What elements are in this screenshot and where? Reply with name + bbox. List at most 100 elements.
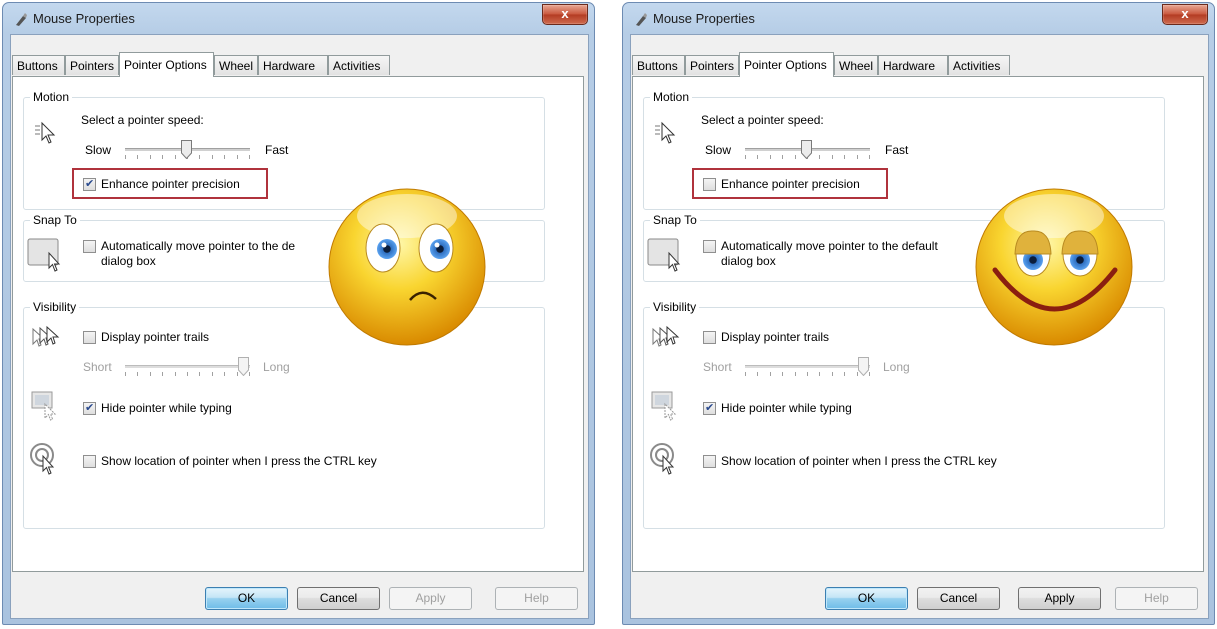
ok-button[interactable]: OK: [205, 587, 288, 610]
close-button[interactable]: x: [542, 4, 588, 25]
snap-to-label-line2[interactable]: dialog box: [721, 254, 776, 268]
tab-activities[interactable]: Activities: [328, 55, 390, 75]
slider-tick: [125, 155, 126, 159]
slider-tick: [770, 372, 771, 376]
tab-pointers[interactable]: Pointers: [65, 55, 119, 75]
slider-tick: [770, 155, 771, 159]
slow-label: Slow: [85, 143, 112, 157]
slider-tick: [187, 372, 188, 376]
cancel-button[interactable]: Cancel: [297, 587, 380, 610]
pointer-speed-icon: [655, 121, 676, 144]
happy-smiley-icon: [975, 188, 1133, 346]
tab-buttons[interactable]: Buttons: [632, 55, 685, 75]
pointer-trails-checkbox[interactable]: [703, 331, 716, 344]
window-title: Mouse Properties: [653, 11, 755, 26]
snap-to-checkbox[interactable]: [703, 240, 716, 253]
tab-pointer-options[interactable]: Pointer Options: [119, 52, 214, 77]
hide-while-typing-label[interactable]: Hide pointer while typing: [101, 401, 232, 415]
ctrl-location-label[interactable]: Show location of pointer when I press th…: [721, 454, 997, 468]
pointer-trails-icon: [32, 325, 60, 347]
speed-slider-thumb[interactable]: [801, 140, 812, 159]
pointer-trails-checkbox[interactable]: [83, 331, 96, 344]
ctrl-location-icon: [650, 443, 675, 475]
slider-tick: [795, 372, 796, 376]
highlight-box: [692, 168, 888, 199]
snap-to-checkbox[interactable]: [83, 240, 96, 253]
slider-tick: [869, 155, 870, 159]
hide-while-typing-checkbox[interactable]: [703, 401, 716, 415]
ok-button[interactable]: OK: [825, 587, 908, 610]
snap-to-label-line2[interactable]: dialog box: [101, 254, 156, 268]
ctrl-location-icon: [30, 443, 55, 475]
slider-tick: [199, 372, 200, 376]
pointer-trails-label[interactable]: Display pointer trails: [101, 330, 209, 344]
tab-wheel[interactable]: Wheel: [214, 55, 258, 75]
slider-tick: [199, 155, 200, 159]
slider-tick: [757, 155, 758, 159]
slider-tick: [757, 372, 758, 376]
slider-tick: [237, 155, 238, 159]
tab-buttons[interactable]: Buttons: [12, 55, 65, 75]
slider-tick: [795, 155, 796, 159]
tab-activities[interactable]: Activities: [948, 55, 1010, 75]
slider-tick: [807, 372, 808, 376]
slider-tick: [844, 372, 845, 376]
close-button[interactable]: x: [1162, 4, 1208, 25]
slider-tick: [832, 372, 833, 376]
pointer-trails-label[interactable]: Display pointer trails: [721, 330, 829, 344]
speed-slider-thumb[interactable]: [181, 140, 192, 159]
apply-button[interactable]: Apply: [389, 587, 472, 610]
pointer-speed-icon: [35, 121, 56, 144]
short-label: Short: [703, 360, 732, 374]
short-label: Short: [83, 360, 112, 374]
fast-label: Fast: [265, 143, 289, 157]
trail-slider-thumb[interactable]: [238, 357, 249, 376]
cancel-button[interactable]: Cancel: [917, 587, 1000, 610]
visibility-group-label: Visibility: [650, 300, 700, 314]
help-button[interactable]: Help: [1115, 587, 1198, 610]
mouse-app-icon: [636, 13, 647, 26]
tab-hardware[interactable]: Hardware: [258, 55, 328, 75]
speed-label: Select a pointer speed:: [701, 113, 824, 127]
ctrl-location-checkbox[interactable]: [83, 455, 96, 468]
hide-while-typing-checkbox[interactable]: [83, 401, 96, 415]
ctrl-location-checkbox[interactable]: [703, 455, 716, 468]
visibility-group-label: Visibility: [30, 300, 80, 314]
hide-while-typing-label[interactable]: Hide pointer while typing: [721, 401, 852, 415]
slider-tick: [844, 155, 845, 159]
long-label: Long: [883, 360, 910, 374]
help-button[interactable]: Help: [495, 587, 578, 610]
slider-tick: [819, 372, 820, 376]
tab-hardware[interactable]: Hardware: [878, 55, 948, 75]
tab-pointer-options[interactable]: Pointer Options: [739, 52, 834, 77]
speed-label: Select a pointer speed:: [81, 113, 204, 127]
slider-tick: [869, 372, 870, 376]
fast-label: Fast: [885, 143, 909, 157]
snap-to-group-label: Snap To: [650, 213, 700, 227]
snap-to-label-line1[interactable]: Automatically move pointer to the de: [101, 239, 295, 253]
snap-to-group-label: Snap To: [30, 213, 80, 227]
apply-button[interactable]: Apply: [1018, 587, 1101, 610]
tab-wheel[interactable]: Wheel: [834, 55, 878, 75]
slider-tick: [125, 372, 126, 376]
motion-group-label: Motion: [30, 90, 73, 104]
trail-slider-thumb[interactable]: [858, 357, 869, 376]
slider-tick: [224, 155, 225, 159]
ctrl-location-label[interactable]: Show location of pointer when I press th…: [101, 454, 377, 468]
slider-tick: [162, 372, 163, 376]
tab-pointers[interactable]: Pointers: [685, 55, 739, 75]
trail-slider-track[interactable]: [125, 365, 250, 368]
slider-tick: [212, 155, 213, 159]
highlight-box: [72, 168, 268, 199]
title-bar[interactable]: Mouse Properties x: [3, 3, 594, 35]
long-label: Long: [263, 360, 290, 374]
mouse-app-icon: [16, 13, 27, 26]
slider-tick: [782, 155, 783, 159]
slider-tick: [745, 155, 746, 159]
snap-to-icon: [647, 238, 681, 272]
slider-tick: [212, 372, 213, 376]
trail-slider-track[interactable]: [745, 365, 870, 368]
trail-slider-ticks: [125, 372, 250, 378]
title-bar[interactable]: Mouse Properties x: [623, 3, 1214, 35]
snap-to-label-line1[interactable]: Automatically move pointer to the defaul…: [721, 239, 938, 253]
